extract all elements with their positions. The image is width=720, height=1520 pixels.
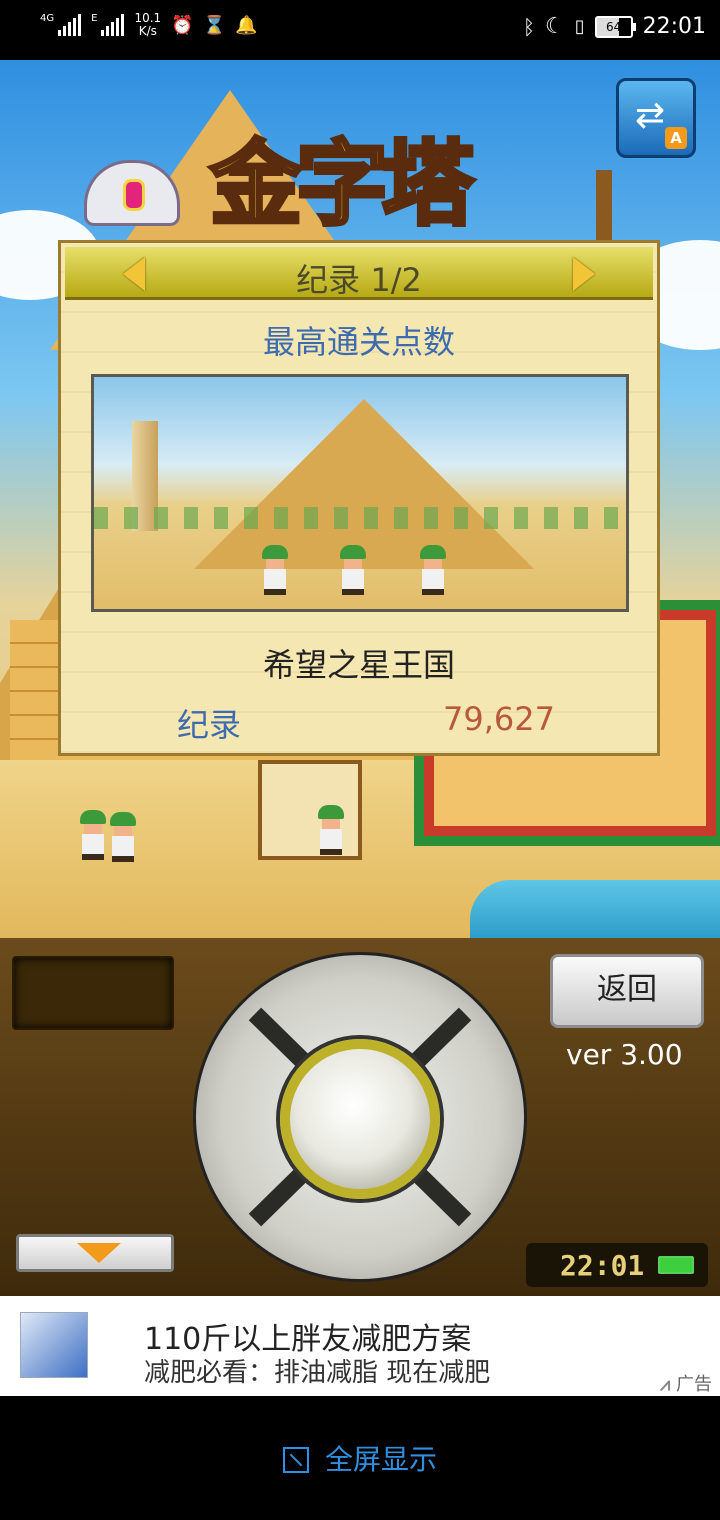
fullscreen-icon xyxy=(282,1447,309,1473)
menu-toggle-button[interactable] xyxy=(16,1234,174,1272)
status-bar: 4G E 10.1 K/s ⏰ ⌛ 🔔 ᛒ ☾ ▯ 64 22:01 xyxy=(0,0,720,60)
hourglass-icon: ⌛ xyxy=(202,14,226,36)
down-triangle-icon xyxy=(77,1243,121,1263)
network-speed-unit: K/s xyxy=(138,24,157,38)
snapshot-pyramid xyxy=(194,399,534,569)
battery-icon: 64 xyxy=(594,15,636,38)
ad-description[interactable]: 减肥必看：排油减脂 现在减肥 xyxy=(144,1352,490,1389)
panel-slot xyxy=(12,956,174,1030)
directional-pad[interactable] xyxy=(193,952,527,1282)
ad-logo-icon: ⩘ xyxy=(660,1374,671,1395)
signal-e-icon: E xyxy=(91,13,125,36)
bluetooth-icon: ᛒ xyxy=(522,14,535,39)
worker-character xyxy=(80,810,106,860)
record-dialog: 纪录 1/2 最高通关点数 希望之星王国 纪录 79,627 xyxy=(58,240,660,756)
status-time: 22:01 xyxy=(642,14,706,39)
status-right: ᛒ ☾ ▯ 64 22:01 xyxy=(523,14,706,39)
snapshot-grass xyxy=(94,507,626,529)
worker-character xyxy=(110,812,136,862)
building-door xyxy=(258,760,362,860)
fullscreen-label: 全屏显示 xyxy=(324,1443,437,1476)
worker-character xyxy=(318,805,344,855)
snapshot-character xyxy=(340,545,366,595)
a-badge-icon: A xyxy=(665,127,687,149)
game-battery-icon xyxy=(658,1256,694,1274)
ad-banner[interactable]: 110斤以上胖友减肥方案 减肥必看：排油减脂 现在减肥 ⩘ 广告 xyxy=(0,1296,720,1396)
signal-4g-label: 4G xyxy=(40,13,55,24)
record-category: 最高通关点数 xyxy=(262,323,455,361)
ad-tag-label: 广告 xyxy=(676,1374,712,1395)
ad-tag: ⩘ 广告 xyxy=(660,1370,712,1396)
controller-panel: 返回 ver 3.00 22:01 xyxy=(0,938,720,1296)
kingdom-snapshot-image xyxy=(91,374,629,612)
ad-thumbnail[interactable] xyxy=(20,1312,88,1378)
vibrate-icon: ▯ xyxy=(574,16,585,37)
bottom-bar: 全屏显示 xyxy=(0,1396,720,1520)
network-speed: 10.1 K/s xyxy=(134,12,161,38)
game-logo-title: 金字塔 xyxy=(208,128,476,240)
dialog-title: 纪录 1/2 xyxy=(296,261,422,299)
snapshot-character xyxy=(262,545,288,595)
record-value: 79,627 xyxy=(443,700,555,738)
snapshot-character xyxy=(420,545,446,595)
game-clock-time: 22:01 xyxy=(560,1249,645,1282)
river xyxy=(470,880,720,938)
dpad-center-button[interactable] xyxy=(280,1039,440,1199)
back-button[interactable]: 返回 xyxy=(550,954,704,1028)
notification-icon: 🔔 xyxy=(234,14,258,36)
game-clock: 22:01 xyxy=(526,1243,708,1287)
signal-e-label: E xyxy=(91,13,98,24)
kingdom-name: 希望之星王国 xyxy=(262,646,455,684)
status-left: 4G E 10.1 K/s ⏰ ⌛ 🔔 xyxy=(40,12,257,38)
account-switch-button[interactable]: ⇄ A xyxy=(616,78,696,158)
fullscreen-button[interactable]: 全屏显示 xyxy=(0,1438,720,1478)
moon-icon: ☾ xyxy=(544,14,565,39)
sync-arrows-icon: ⇄ xyxy=(635,95,666,136)
dialog-header: 纪录 1/2 xyxy=(65,247,653,300)
version-label: ver 3.00 xyxy=(566,1038,683,1071)
battery-level: 64 xyxy=(605,19,622,34)
signal-4g-icon: 4G xyxy=(40,13,82,36)
alarm-icon: ⏰ xyxy=(170,14,194,36)
record-label: 纪录 xyxy=(177,706,242,744)
next-record-arrow-icon[interactable] xyxy=(573,257,595,291)
